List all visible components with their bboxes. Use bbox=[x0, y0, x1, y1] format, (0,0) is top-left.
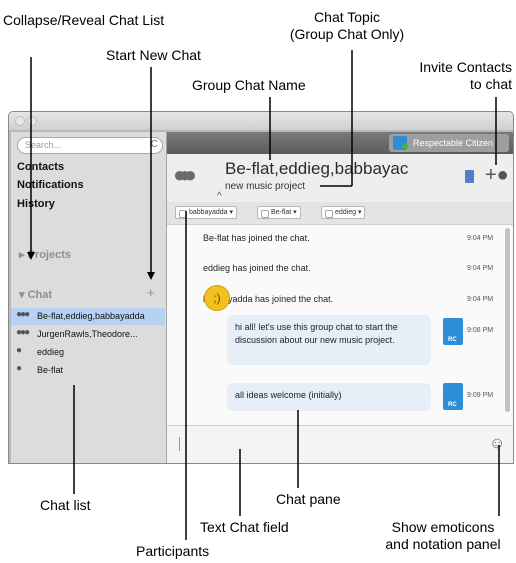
user-status-button[interactable]: Respectable Citizen bbox=[389, 134, 509, 152]
chat-list-item-label: JurgenRawls,Theodore... bbox=[37, 329, 138, 339]
participant-status-icon bbox=[325, 210, 333, 218]
message-time: 9:04 PM bbox=[467, 296, 494, 303]
message-time: 9:04 PM bbox=[467, 265, 494, 272]
callout-show-emoticons-line2: and notation panel bbox=[385, 536, 501, 552]
message-time: 9:04 PM bbox=[467, 235, 494, 242]
callout-collapse-reveal: Collapse/Reveal Chat List bbox=[3, 12, 165, 28]
winking-emoticon-icon: ;) bbox=[204, 285, 230, 311]
callout-show-emoticons-line1: Show emoticons bbox=[391, 519, 495, 535]
callout-show-emoticons: Show emoticons and notation panel bbox=[370, 519, 516, 553]
text-cursor bbox=[179, 437, 180, 451]
projects-section-toggle[interactable]: ▸ Projects bbox=[19, 248, 71, 261]
callout-participants: Participants bbox=[136, 543, 210, 559]
group-chat-name[interactable]: Be-flat,eddieg,babbayac bbox=[225, 159, 408, 179]
group-icon: ●●● bbox=[173, 162, 197, 187]
minimize-window-button[interactable] bbox=[27, 116, 37, 126]
callout-invite-line2: to chat bbox=[469, 76, 512, 92]
callout-text-chat-field: Text Chat field bbox=[200, 519, 289, 535]
collapse-header-icon[interactable]: ^ bbox=[217, 191, 222, 202]
chat-scrollbar[interactable] bbox=[505, 228, 510, 412]
system-message: Be-flat has joined the chat. bbox=[203, 233, 310, 243]
message-text: hi all! let's use this group chat to sta… bbox=[235, 322, 398, 345]
callout-group-chat-name: Group Chat Name bbox=[192, 77, 306, 93]
person-icon: ● bbox=[16, 345, 22, 356]
online-status-icon bbox=[402, 143, 408, 149]
search-placeholder: Search... bbox=[25, 140, 62, 150]
callout-start-new-chat: Start New Chat bbox=[106, 47, 201, 63]
participants-bar: babbayadda ▾ Be-flat ▾ eddieg ▾ bbox=[167, 202, 513, 225]
chat-list-item[interactable]: ●●● Be-flat,eddieg,babbayadda bbox=[11, 308, 165, 325]
nav-notifications[interactable]: Notifications bbox=[17, 179, 84, 191]
group-icon: ●●● bbox=[16, 309, 30, 320]
chat-list-item-label: Be-flat,eddieg,babbayadda bbox=[37, 311, 145, 321]
avatar-initials: RC bbox=[448, 337, 457, 343]
avatar: RC bbox=[443, 383, 463, 410]
participant-status-icon bbox=[261, 210, 269, 218]
invite-contacts-icon[interactable]: +● bbox=[485, 164, 509, 187]
participant-chip[interactable]: babbayadda ▾ bbox=[175, 206, 237, 219]
message-time: 9:09 PM bbox=[467, 392, 494, 399]
title-bar bbox=[9, 112, 513, 130]
sidebar: Search... C Contacts Notifications Histo… bbox=[11, 132, 167, 463]
emoticon-panel-icon[interactable]: ☺ bbox=[489, 435, 505, 453]
chat-window: Search... C Contacts Notifications Histo… bbox=[8, 111, 514, 464]
status-bar: Respectable Citizen bbox=[167, 132, 513, 154]
avatar-initials: RC bbox=[448, 402, 457, 408]
callout-chat-pane: Chat pane bbox=[276, 491, 341, 507]
participant-chip[interactable]: Be-flat ▾ bbox=[257, 206, 301, 219]
chat-header: ●●● Be-flat,eddieg,babbayac new music pr… bbox=[167, 154, 513, 203]
chat-topic[interactable]: new music project bbox=[225, 181, 305, 192]
new-chat-button[interactable]: + bbox=[147, 285, 155, 300]
nav-contacts[interactable]: Contacts bbox=[17, 161, 64, 173]
search-input[interactable]: Search... C bbox=[17, 137, 163, 154]
participant-status-icon bbox=[179, 210, 187, 218]
chat-pane: Be-flat has joined the chat. 9:04 PM edd… bbox=[167, 225, 513, 425]
message-text: all ideas welcome (initially) bbox=[235, 390, 342, 400]
person-icon: ● bbox=[16, 363, 22, 374]
chat-list-item[interactable]: ● eddieg bbox=[11, 344, 165, 361]
callout-chat-topic-line1: Chat Topic bbox=[314, 9, 380, 25]
message-bubble: hi all! let's use this group chat to sta… bbox=[227, 315, 431, 365]
callout-invite-contacts: Invite Contacts to chat bbox=[392, 59, 512, 93]
participant-name: Be-flat ▾ bbox=[271, 209, 297, 216]
participant-name: eddieg ▾ bbox=[335, 209, 362, 216]
chat-list-item-label: eddieg bbox=[37, 347, 65, 357]
message-bubble: all ideas welcome (initially) bbox=[227, 383, 431, 411]
callout-chat-topic: Chat Topic (Group Chat Only) bbox=[272, 9, 422, 43]
document-icon[interactable] bbox=[465, 170, 474, 183]
nav-history[interactable]: History bbox=[17, 198, 55, 210]
search-icon[interactable]: C bbox=[151, 139, 158, 150]
callout-chat-list: Chat list bbox=[40, 497, 91, 513]
system-message: eddieg has joined the chat. bbox=[203, 263, 311, 273]
callout-chat-topic-line2: (Group Chat Only) bbox=[289, 26, 405, 42]
chat-list-item[interactable]: ●●● JurgenRawls,Theodore... bbox=[11, 326, 165, 343]
participant-chip[interactable]: eddieg ▾ bbox=[321, 206, 366, 219]
group-icon: ●●● bbox=[16, 327, 30, 338]
close-window-button[interactable] bbox=[15, 116, 25, 126]
chat-list-item[interactable]: ● Be-flat bbox=[11, 362, 165, 379]
chat-section-toggle[interactable]: ▾ Chat bbox=[19, 288, 52, 301]
avatar: RC bbox=[443, 318, 463, 345]
user-name: Respectable Citizen bbox=[413, 138, 494, 148]
chat-list-item-label: Be-flat bbox=[37, 365, 64, 375]
callout-invite-line1: Invite Contacts bbox=[419, 59, 512, 75]
message-time: 9:08 PM bbox=[467, 327, 494, 334]
text-chat-field[interactable]: ☺ bbox=[167, 425, 513, 463]
participant-name: babbayadda ▾ bbox=[189, 209, 233, 216]
